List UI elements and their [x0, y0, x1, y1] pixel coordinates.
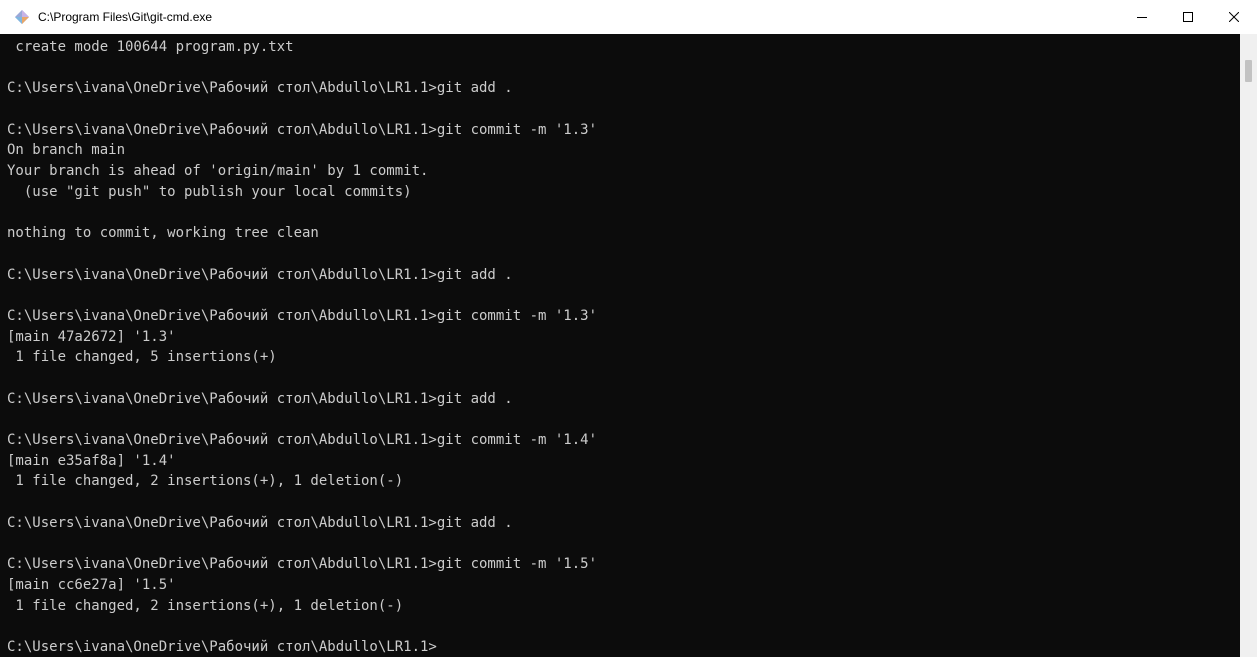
console-line: 1 file changed, 2 insertions(+), 1 delet…	[7, 473, 404, 490]
console-line: 1 file changed, 2 insertions(+), 1 delet…	[7, 597, 404, 614]
title-bar[interactable]: C:\Program Files\Git\git-cmd.exe	[0, 0, 1257, 34]
vertical-scrollbar[interactable]	[1240, 34, 1257, 657]
console-line: C:\Users\ivana\OneDrive\Рабочий стол\Abd…	[7, 266, 513, 283]
close-icon	[1229, 12, 1239, 22]
scrollbar-thumb[interactable]	[1245, 60, 1252, 82]
console-line: C:\Users\ivana\OneDrive\Рабочий стол\Abd…	[7, 80, 513, 97]
console-line: [main cc6e27a] '1.5'	[7, 576, 176, 593]
minimize-icon	[1137, 17, 1147, 18]
console-line: C:\Users\ivana\OneDrive\Рабочий стол\Abd…	[7, 121, 598, 138]
console-line: [main 47a2672] '1.3'	[7, 328, 176, 345]
console-line: (use "git push" to publish your local co…	[7, 183, 412, 200]
close-button[interactable]	[1211, 0, 1257, 34]
maximize-icon	[1183, 12, 1193, 22]
console-line: [main e35af8a] '1.4'	[7, 452, 176, 469]
console-line: C:\Users\ivana\OneDrive\Рабочий стол\Abd…	[7, 556, 598, 573]
console-line: nothing to commit, working tree clean	[7, 225, 319, 242]
console-output[interactable]: create mode 100644 program.py.txt C:\User…	[0, 34, 1257, 657]
console-line: C:\Users\ivana\OneDrive\Рабочий стол\Abd…	[7, 390, 513, 407]
git-icon	[14, 9, 30, 25]
minimize-button[interactable]	[1119, 0, 1165, 34]
console-line: C:\Users\ivana\OneDrive\Рабочий стол\Abd…	[7, 514, 513, 531]
console-line: On branch main	[7, 142, 126, 159]
console-line: Your branch is ahead of 'origin/main' by…	[7, 163, 429, 180]
console-line: C:\Users\ivana\OneDrive\Рабочий стол\Abd…	[7, 432, 598, 449]
window-title: C:\Program Files\Git\git-cmd.exe	[38, 10, 213, 24]
maximize-button[interactable]	[1165, 0, 1211, 34]
console-line: C:\Users\ivana\OneDrive\Рабочий стол\Abd…	[7, 307, 598, 324]
console-line: C:\Users\ivana\OneDrive\Рабочий стол\Abd…	[7, 638, 437, 655]
console-window: C:\Program Files\Git\git-cmd.exe create …	[0, 0, 1257, 657]
console-lines: create mode 100644 program.py.txt C:\User…	[7, 37, 597, 657]
console-line: 1 file changed, 5 insertions(+)	[7, 349, 277, 366]
console-line: create mode 100644 program.py.txt	[7, 39, 294, 55]
